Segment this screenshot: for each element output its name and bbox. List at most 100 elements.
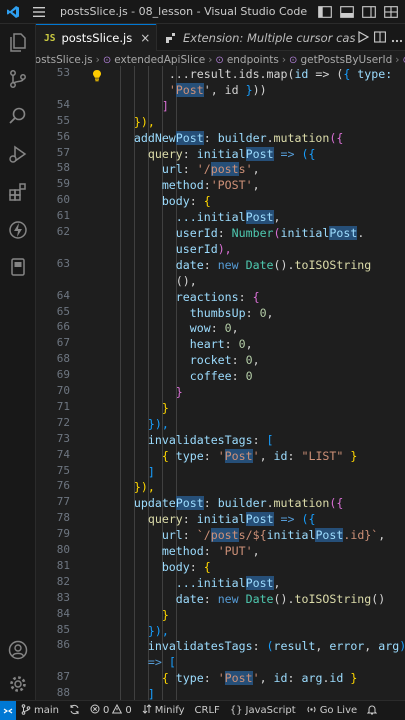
code-line[interactable]: { type: 'Post', id: arg.id }	[162, 670, 357, 686]
code-token: url	[161, 162, 183, 177]
code-token: .	[266, 496, 274, 511]
code-line[interactable]: 'Post', id }))	[169, 82, 267, 98]
code-line[interactable]: url: `/posts/${initialPost.id}`,	[162, 527, 385, 543]
explorer-icon[interactable]	[0, 24, 36, 60]
breadcrumb-item-file[interactable]: postsSlice.js	[36, 54, 93, 66]
code-token: :	[182, 528, 197, 543]
toggle-secondary-sidebar-icon[interactable]	[361, 5, 377, 19]
git-branch-status[interactable]: main	[16, 703, 64, 718]
notifications-status[interactable]	[362, 704, 382, 718]
code-line[interactable]: thumbsUp: 0,	[190, 305, 274, 321]
minify-status[interactable]: Minify	[137, 704, 190, 717]
language-status[interactable]: {} JavaScript	[225, 705, 301, 716]
remote-explorer-icon[interactable]	[0, 249, 36, 285]
code-token: addNew	[133, 130, 176, 145]
line-number: 56	[56, 129, 70, 143]
code-token: Date	[245, 257, 274, 272]
code-token: ))	[252, 82, 267, 97]
chevron-right-icon: ›	[281, 54, 287, 66]
eol-status[interactable]: CRLF	[190, 705, 225, 716]
run-code-icon[interactable]	[357, 28, 370, 47]
code-line[interactable]: invalidatesTags: [	[148, 432, 274, 448]
lightbulb-icon[interactable]	[92, 69, 102, 85]
code-line[interactable]: invalidatesTags: (result, error, arg)	[148, 638, 405, 654]
live-share-icon[interactable]	[0, 212, 36, 248]
code-line[interactable]: updatePost: builder.mutation({	[134, 495, 343, 511]
code-line[interactable]: }	[162, 607, 169, 623]
code-token: ({	[301, 512, 316, 527]
code-area[interactable]: ...result.ids.map(id => ({ type: 'Post', …	[104, 66, 405, 700]
code-line[interactable]: url: '/posts',	[162, 161, 260, 177]
code-line[interactable]: ...initialPost,	[176, 209, 281, 225]
code-editor[interactable]: 53 54 55 56 57 58 59 60 61 62 63 64 65 66 67 68 69 70 71 72…	[36, 66, 405, 700]
code-line[interactable]: query: initialPost => ({	[148, 511, 316, 527]
source-control-icon[interactable]	[0, 61, 36, 97]
breadcrumb-item-symbol[interactable]: endpoints	[227, 54, 279, 66]
code-line[interactable]: date: new Date().toISOString()	[176, 591, 385, 607]
code-token: Post	[224, 671, 253, 686]
split-editor-icon[interactable]	[374, 28, 386, 47]
code-line[interactable]: query: initialPost => ({	[148, 146, 315, 162]
code-line[interactable]: ]	[148, 686, 155, 700]
code-line[interactable]: body: {	[162, 559, 211, 575]
code-line[interactable]: addNewPost: builder.mutation({	[134, 130, 343, 146]
code-line[interactable]: rocket: 0,	[190, 352, 260, 368]
code-line[interactable]: => [	[148, 654, 176, 670]
code-line[interactable]: method:'POST',	[162, 177, 260, 193]
manage-gear-icon[interactable]	[0, 666, 36, 702]
breadcrumb-item-symbol[interactable]: getPostsByUserId	[300, 54, 392, 66]
code-line[interactable]: ...result.ids.map(id => ({ type:	[169, 66, 392, 82]
tab-postsslice-js[interactable]: JS postsSlice.js ×	[36, 24, 156, 51]
code-line[interactable]: { type: 'Post', id: "LIST" }	[162, 448, 357, 464]
code-line[interactable]: ]	[162, 98, 169, 114]
code-line[interactable]: heart: 0,	[190, 336, 253, 352]
code-token: arg	[301, 671, 323, 686]
code-line[interactable]: ]	[148, 464, 155, 480]
remote-indicator-icon[interactable]	[0, 700, 16, 720]
search-icon[interactable]	[0, 98, 36, 134]
code-line[interactable]: method: 'PUT',	[162, 543, 260, 559]
code-line[interactable]: }),	[148, 416, 169, 432]
code-line[interactable]: ...initialPost,	[176, 575, 281, 591]
code-line[interactable]: }	[162, 400, 169, 416]
git-branch-icon	[21, 703, 31, 718]
code-line[interactable]: wow: 0,	[190, 320, 239, 336]
code-token: 0	[245, 353, 253, 368]
more-actions-icon[interactable]	[391, 28, 403, 47]
customize-layout-icon[interactable]	[383, 5, 399, 19]
breadcrumb-item-symbol[interactable]: extendedApiSlice	[114, 54, 205, 66]
line-number: 87	[56, 670, 70, 684]
code-token: update	[133, 496, 176, 511]
code-line[interactable]: reactions: {	[176, 289, 260, 305]
code-line[interactable]: userId),	[176, 241, 232, 257]
toggle-primary-sidebar-icon[interactable]	[317, 5, 333, 19]
code-token: :	[203, 130, 218, 145]
code-line[interactable]: }),	[134, 114, 155, 130]
toggle-panel-icon[interactable]	[339, 5, 355, 19]
code-line[interactable]: }),	[134, 479, 155, 495]
code-token: => (	[308, 67, 344, 81]
code-token: invalidatesTags	[147, 639, 253, 654]
run-and-debug-icon[interactable]	[0, 136, 36, 172]
code-line[interactable]: coffee: 0	[190, 368, 253, 384]
code-token: :	[217, 226, 232, 240]
close-tab-icon[interactable]: ×	[132, 31, 150, 45]
extensions-icon[interactable]	[0, 174, 36, 210]
code-line[interactable]: date: new Date().toISOString	[176, 257, 371, 273]
code-line[interactable]: }	[176, 384, 183, 400]
sync-status[interactable]	[64, 704, 85, 718]
go-live-status[interactable]: Go Live	[301, 704, 362, 718]
tab-extension-multiple-cursor-case-preserve[interactable]: Extension: Multiple cursor case preserve	[156, 24, 355, 51]
code-line[interactable]: (),	[176, 273, 197, 289]
code-token: ,	[273, 210, 281, 225]
accounts-icon[interactable]	[0, 632, 36, 668]
code-line[interactable]: body: {	[162, 193, 211, 209]
problems-status[interactable]: 0 0	[85, 703, 137, 717]
tab-label: Extension: Multiple cursor case preserve	[183, 30, 355, 45]
code-line[interactable]: }),	[148, 623, 169, 639]
code-token: ,	[266, 305, 274, 320]
menu-icon[interactable]	[26, 0, 52, 24]
line-number: 75	[56, 463, 70, 477]
code-line[interactable]: userId: Number(initialPost.	[176, 225, 364, 241]
code-token: :	[287, 448, 302, 463]
